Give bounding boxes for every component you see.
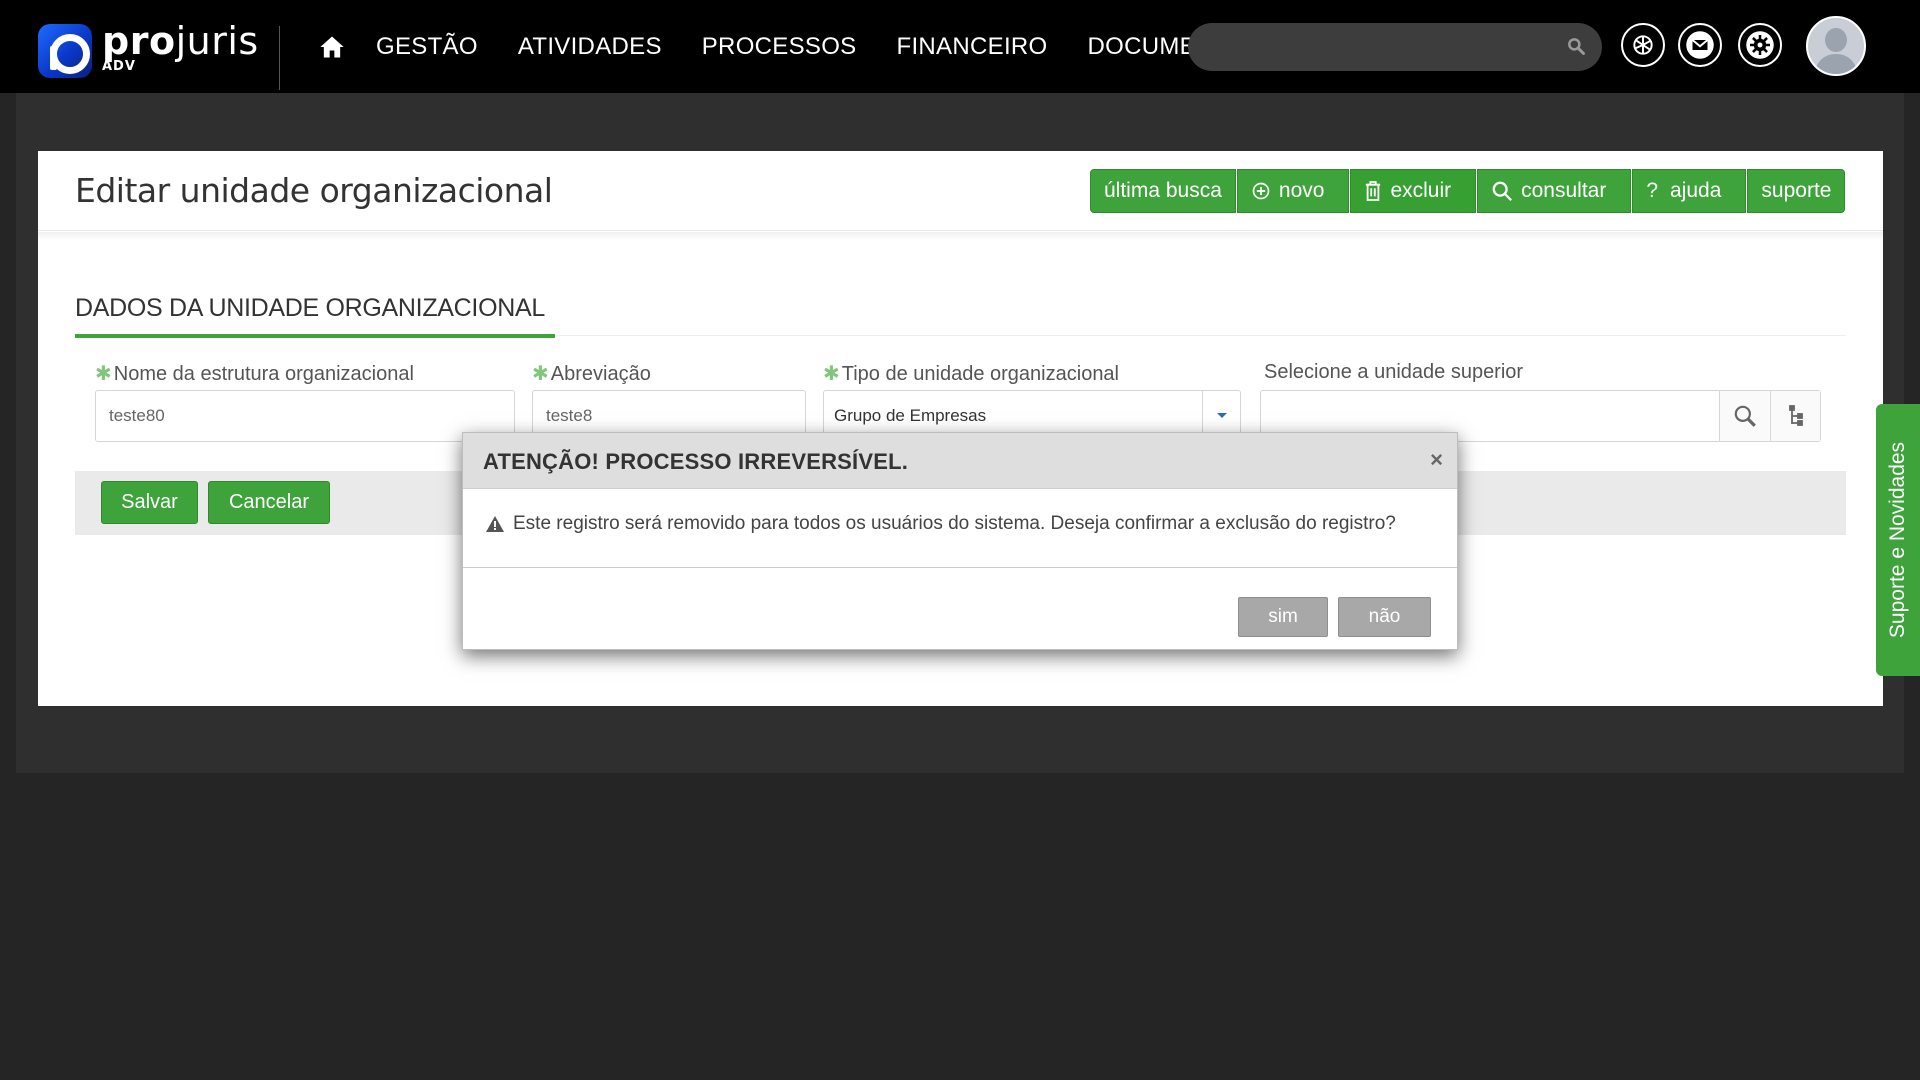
required-mark: ✱ bbox=[532, 363, 549, 385]
section-underline bbox=[75, 334, 555, 338]
new-label: novo bbox=[1278, 179, 1325, 202]
dialog-title: ATENÇÃO! PROCESSO IRREVERSÍVEL. bbox=[483, 449, 909, 474]
help-label: ajuda bbox=[1670, 179, 1722, 202]
yes-button[interactable]: sim bbox=[1238, 597, 1328, 637]
last-search-label: última busca bbox=[1104, 179, 1222, 202]
search-input[interactable] bbox=[1188, 23, 1548, 71]
help-button[interactable]: ? ajuda bbox=[1632, 169, 1747, 213]
required-mark: ✱ bbox=[95, 363, 112, 385]
support-button[interactable]: suporte bbox=[1747, 169, 1846, 213]
section-title: DADOS DA UNIDADE ORGANIZACIONAL bbox=[75, 294, 545, 322]
logo-divider bbox=[279, 26, 280, 90]
tipo-label: ✱ Tipo de unidade organizacional bbox=[823, 361, 1119, 386]
nav-item-atividades[interactable]: ATIVIDADES bbox=[518, 33, 662, 61]
support-label: suporte bbox=[1761, 179, 1832, 202]
delete-button[interactable]: excluir bbox=[1350, 169, 1477, 213]
tree-icon bbox=[1788, 405, 1803, 426]
logo-mark-icon bbox=[38, 24, 92, 78]
warning-icon bbox=[486, 516, 504, 532]
logo-name-rest: juris bbox=[175, 19, 259, 63]
search-superior-button[interactable] bbox=[1719, 391, 1769, 441]
main-nav: GESTÃO ATIVIDADES PROCESSOS FINANCEIRO D… bbox=[318, 0, 1190, 93]
save-button[interactable]: Salvar bbox=[101, 481, 198, 524]
messages-button[interactable] bbox=[1678, 23, 1722, 67]
gear-icon bbox=[1746, 31, 1774, 59]
abreviacao-label-text: Abreviação bbox=[550, 363, 651, 385]
cancel-button[interactable]: Cancelar bbox=[208, 481, 330, 524]
superior-label-text: Selecione a unidade superior bbox=[1264, 361, 1524, 383]
close-icon[interactable]: × bbox=[1430, 447, 1443, 473]
card-header: Editar unidade organizacional última bus… bbox=[38, 151, 1883, 231]
support-news-label: Suporte e Novidades bbox=[1886, 441, 1909, 639]
projuris-logo[interactable]: projuris ADV bbox=[38, 21, 259, 78]
search-icon[interactable] bbox=[1566, 36, 1586, 56]
question-icon: ? bbox=[1646, 179, 1659, 202]
logo-name-bold: pro bbox=[102, 19, 176, 63]
nome-input[interactable]: teste80 bbox=[95, 390, 515, 442]
user-avatar[interactable] bbox=[1806, 16, 1866, 76]
ai-assistant-button[interactable] bbox=[1621, 23, 1665, 67]
search-icon bbox=[1492, 181, 1513, 201]
dialog-header: ATENÇÃO! PROCESSO IRREVERSÍVEL. × bbox=[463, 433, 1457, 489]
dialog-message: Este registro será removido para todos o… bbox=[513, 513, 1396, 534]
page-title: Editar unidade organizacional bbox=[75, 171, 553, 210]
tree-view-button[interactable] bbox=[1770, 391, 1820, 441]
tipo-label-text: Tipo de unidade organizacional bbox=[841, 363, 1120, 385]
nav-item-gestao[interactable]: GESTÃO bbox=[376, 33, 478, 61]
consult-button[interactable]: consultar bbox=[1477, 169, 1632, 213]
consult-label: consultar bbox=[1521, 179, 1607, 202]
support-news-tab[interactable]: Suporte e Novidades bbox=[1876, 404, 1920, 676]
no-button[interactable]: não bbox=[1338, 597, 1431, 637]
required-mark: ✱ bbox=[823, 363, 840, 385]
new-button[interactable]: novo bbox=[1236, 169, 1350, 213]
trash-icon bbox=[1366, 181, 1381, 201]
logo-text: projuris ADV bbox=[102, 21, 259, 74]
nome-label: ✱ Nome da estrutura organizacional bbox=[95, 361, 414, 386]
dialog-separator bbox=[463, 567, 1457, 568]
search-icon bbox=[1734, 405, 1756, 427]
plus-circle-icon bbox=[1252, 182, 1270, 200]
mail-icon bbox=[1686, 31, 1714, 59]
nav-item-processos[interactable]: PROCESSOS bbox=[702, 33, 857, 61]
nome-label-text: Nome da estrutura organizacional bbox=[113, 363, 414, 385]
last-search-button[interactable]: última busca bbox=[1090, 169, 1236, 213]
home-icon[interactable] bbox=[318, 33, 346, 61]
action-toolbar: última busca novo excluir consultar ? aj… bbox=[1090, 169, 1846, 213]
global-search bbox=[1188, 23, 1602, 71]
settings-button[interactable] bbox=[1738, 23, 1782, 67]
nav-item-documentos[interactable]: DOCUMENTOS bbox=[1088, 33, 1190, 61]
header-shadow bbox=[38, 232, 1883, 240]
top-navigation-bar: projuris ADV GESTÃO ATIVIDADES PROCESSOS… bbox=[0, 0, 1920, 93]
tipo-select-value: Grupo de Empresas bbox=[834, 406, 987, 425]
ai-assistant-icon bbox=[1633, 35, 1653, 55]
abreviacao-label: ✱ Abreviação bbox=[532, 361, 651, 386]
dialog-body: Este registro será removido para todos o… bbox=[485, 513, 1396, 535]
nav-item-financeiro[interactable]: FINANCEIRO bbox=[897, 33, 1048, 61]
delete-label: excluir bbox=[1390, 179, 1452, 202]
superior-label: Selecione a unidade superior bbox=[1264, 361, 1523, 384]
confirm-delete-dialog: ATENÇÃO! PROCESSO IRREVERSÍVEL. × Este r… bbox=[462, 432, 1458, 650]
